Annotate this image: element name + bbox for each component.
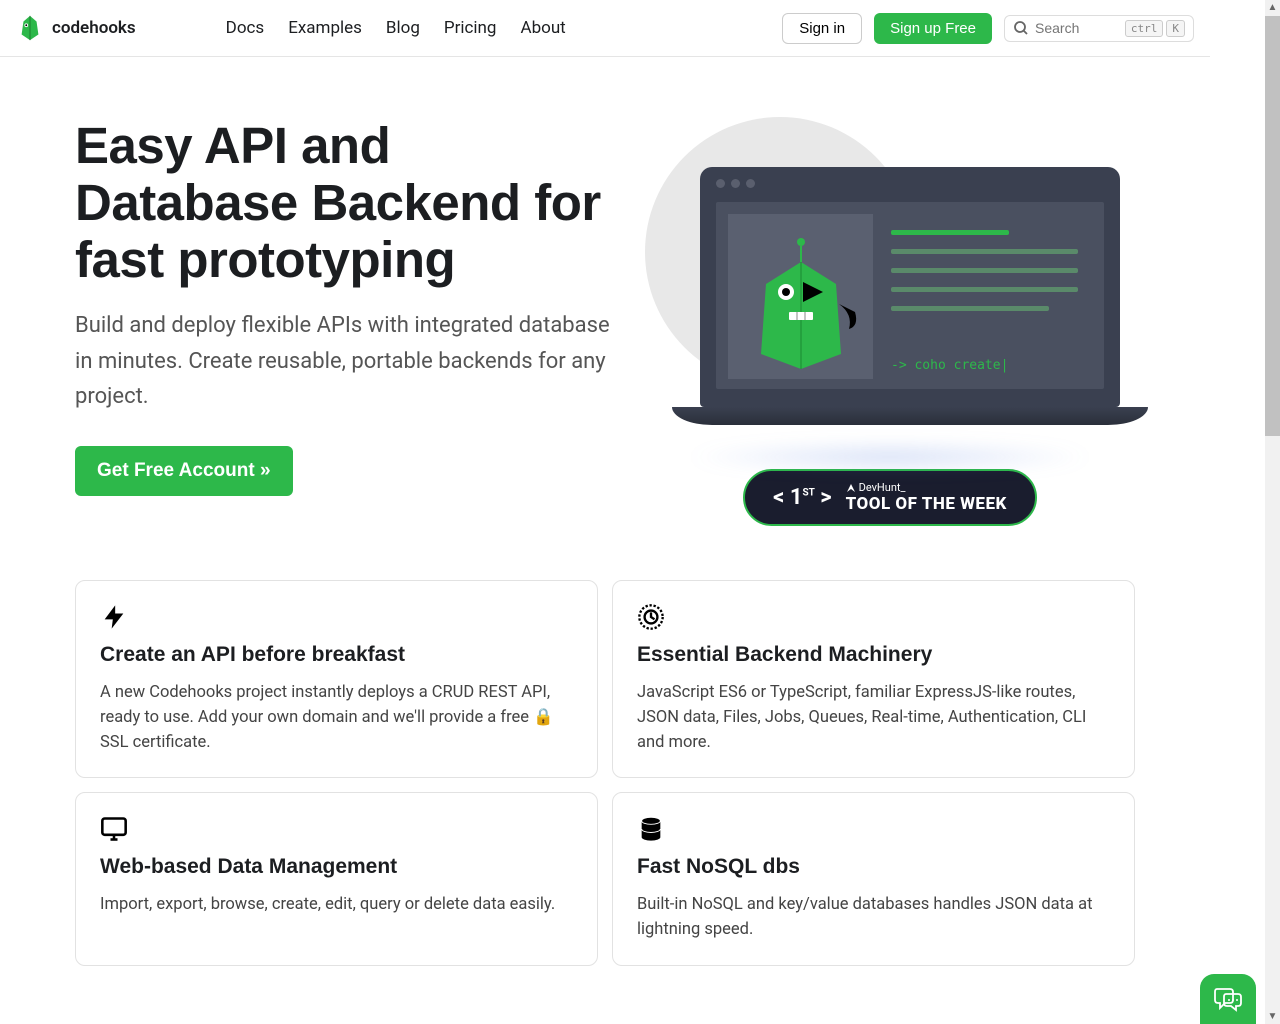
kbd-k: K xyxy=(1166,20,1185,37)
scrollbar[interactable]: ▲ ▼ xyxy=(1265,0,1280,1024)
scroll-up-icon[interactable]: ▲ xyxy=(1265,0,1280,15)
nav-pricing[interactable]: Pricing xyxy=(444,18,497,38)
hero-title: Easy API and Database Backend for fast p… xyxy=(75,117,615,288)
badge-title: TOOL OF THE WEEK xyxy=(846,494,1007,514)
nav-docs[interactable]: Docs xyxy=(226,18,265,38)
features-grid: Create an API before breakfast A new Cod… xyxy=(0,566,1210,1006)
feature-card-datamgmt: Web-based Data Management Import, export… xyxy=(75,792,598,966)
card-desc: JavaScript ES6 or TypeScript, familiar E… xyxy=(637,681,1110,755)
logo-group[interactable]: codehooks xyxy=(16,14,136,42)
monitor-icon xyxy=(100,815,128,843)
header-right: Sign in Sign up Free ctrl K xyxy=(782,13,1194,44)
robot-icon xyxy=(741,234,861,374)
database-icon xyxy=(637,815,665,843)
header: codehooks Docs Examples Blog Pricing Abo… xyxy=(0,0,1210,57)
card-title: Essential Backend Machinery xyxy=(637,643,1110,667)
badge-rank: < 1ST > xyxy=(773,485,832,510)
search-icon xyxy=(1013,20,1029,36)
gear-icon xyxy=(637,603,665,631)
search-box[interactable]: ctrl K xyxy=(1004,15,1194,42)
feature-card-api: Create an API before breakfast A new Cod… xyxy=(75,580,598,778)
search-input[interactable] xyxy=(1035,20,1119,36)
scroll-down-icon[interactable]: ▼ xyxy=(1265,1009,1280,1024)
card-title: Create an API before breakfast xyxy=(100,643,573,667)
hero-right: -> coho create| < 1ST > DevHunt_ TOOL OF… xyxy=(645,117,1135,526)
hero-illustration: -> coho create| xyxy=(645,117,1135,437)
kbd-ctrl: ctrl xyxy=(1125,20,1164,37)
nav: Docs Examples Blog Pricing About xyxy=(226,18,566,38)
feature-card-backend: Essential Backend Machinery JavaScript E… xyxy=(612,580,1135,778)
kbd-hint: ctrl K xyxy=(1125,20,1185,37)
card-desc: Import, export, browse, create, edit, qu… xyxy=(100,893,573,918)
hero: Easy API and Database Backend for fast p… xyxy=(0,57,1210,566)
signup-button[interactable]: Sign up Free xyxy=(874,13,992,44)
get-account-button[interactable]: Get Free Account » xyxy=(75,446,293,496)
scrollbar-thumb[interactable] xyxy=(1265,16,1280,436)
card-desc: A new Codehooks project instantly deploy… xyxy=(100,681,573,755)
terminal-text: -> coho create| xyxy=(891,358,1008,373)
chat-icon xyxy=(1213,986,1243,1012)
bolt-icon xyxy=(100,603,128,631)
nav-blog[interactable]: Blog xyxy=(386,18,420,38)
card-title: Web-based Data Management xyxy=(100,855,573,879)
hero-subtitle: Build and deploy flexible APIs with inte… xyxy=(75,308,615,414)
card-title: Fast NoSQL dbs xyxy=(637,855,1110,879)
nav-examples[interactable]: Examples xyxy=(288,18,362,38)
signin-button[interactable]: Sign in xyxy=(782,13,862,44)
badge-brand: DevHunt_ xyxy=(846,481,1007,494)
chat-button[interactable] xyxy=(1200,974,1256,1024)
brand-name: codehooks xyxy=(52,18,136,38)
nav-about[interactable]: About xyxy=(520,18,565,38)
logo-icon xyxy=(16,14,44,42)
tool-of-week-badge[interactable]: < 1ST > DevHunt_ TOOL OF THE WEEK xyxy=(743,469,1037,526)
feature-card-nosql: Fast NoSQL dbs Built-in NoSQL and key/va… xyxy=(612,792,1135,966)
card-desc: Built-in NoSQL and key/value databases h… xyxy=(637,893,1110,943)
hero-left: Easy API and Database Backend for fast p… xyxy=(75,117,615,526)
